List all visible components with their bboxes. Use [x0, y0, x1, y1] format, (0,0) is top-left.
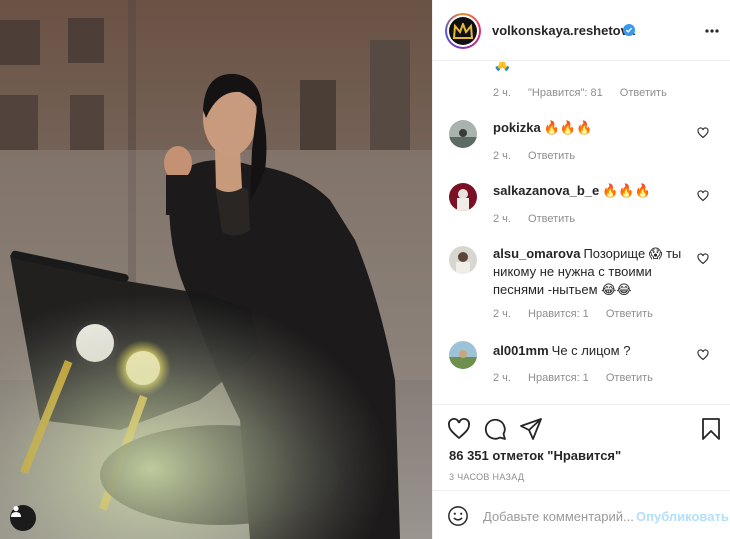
comment-avatar[interactable]: [449, 246, 477, 274]
comment-like-count[interactable]: Нравится: 1: [528, 372, 589, 384]
crown-logo-icon: [453, 23, 473, 39]
comment-time: 2 ч.: [493, 213, 511, 225]
post-actions: 86 351 отметок "Нравится" 3 часов назад: [433, 404, 730, 489]
post-details-panel: volkonskaya.reshetova 🙏 2 ч. "Нравится":…: [432, 0, 730, 539]
more-options-icon: [705, 29, 719, 33]
comment-avatar[interactable]: [449, 183, 477, 211]
comment-text: salkazanova_b_e 🔥🔥🔥: [493, 183, 651, 198]
reply-meta: 2 ч. "Нравится": 81 Ответить: [493, 87, 681, 99]
heart-icon[interactable]: [447, 417, 471, 441]
reply-time: 2 ч.: [493, 87, 511, 99]
comment-text: alsu_omarova Позорище 😱 ты никому не нужн…: [493, 246, 682, 297]
comment-text: al001mm Че с лицом ?: [493, 343, 631, 358]
comment-avatar[interactable]: [449, 120, 477, 148]
more-options-button[interactable]: [703, 22, 721, 40]
comment-composer: Опубликовать: [433, 490, 730, 539]
comment-meta: 2 ч. Ответить: [493, 150, 589, 162]
bookmark-icon[interactable]: [699, 417, 723, 441]
publish-button[interactable]: Опубликовать: [636, 509, 729, 524]
user-tag-button[interactable]: [10, 505, 36, 531]
comment-meta: 2 ч. Нравится: 1 Ответить: [493, 372, 667, 384]
comment-input[interactable]: [483, 505, 633, 527]
verified-badge-icon: [623, 24, 635, 36]
reply-button[interactable]: Ответить: [528, 150, 575, 162]
emoji-icon[interactable]: [447, 505, 469, 527]
comments-list[interactable]: 🙏 2 ч. "Нравится": 81 Ответить pokizka 🔥🔥…: [433, 62, 730, 404]
comment-avatar[interactable]: [449, 341, 477, 369]
comment-username[interactable]: pokizka: [493, 120, 541, 135]
post-photo-art: [0, 0, 432, 539]
comment-meta: 2 ч. Нравится: 1 Ответить: [493, 308, 667, 320]
comment-username[interactable]: al001mm: [493, 343, 549, 358]
comment-text: pokizka 🔥🔥🔥: [493, 120, 593, 135]
post-header: volkonskaya.reshetova: [433, 0, 730, 61]
comment-meta: 2 ч. Ответить: [493, 213, 589, 225]
reply-like-count[interactable]: "Нравится": 81: [528, 87, 603, 99]
author-username[interactable]: volkonskaya.reshetova: [492, 23, 635, 38]
comment-time: 2 ч.: [493, 372, 511, 384]
comment-like-count[interactable]: Нравится: 1: [528, 308, 589, 320]
user-tag-icon: [11, 506, 21, 517]
reply-button[interactable]: Ответить: [606, 372, 653, 384]
comment-like-icon[interactable]: [697, 190, 709, 202]
comment-like-icon[interactable]: [697, 349, 709, 361]
post-photo[interactable]: [0, 0, 432, 539]
comment-time: 2 ч.: [493, 150, 511, 162]
comment-username[interactable]: salkazanova_b_e: [493, 183, 599, 198]
likes-count[interactable]: 86 351 отметок "Нравится": [449, 448, 621, 463]
comment-like-icon[interactable]: [697, 253, 709, 265]
comment-icon[interactable]: [483, 417, 507, 441]
comment-time: 2 ч.: [493, 308, 511, 320]
comment-username[interactable]: alsu_omarova: [493, 246, 580, 261]
reply-button[interactable]: Ответить: [620, 87, 667, 99]
share-icon[interactable]: [519, 417, 543, 441]
reply-button[interactable]: Ответить: [528, 213, 575, 225]
reply-button[interactable]: Ответить: [606, 308, 653, 320]
post-timestamp[interactable]: 3 часов назад: [449, 472, 524, 482]
author-avatar[interactable]: [445, 13, 481, 49]
comment-like-icon[interactable]: [697, 127, 709, 139]
reply-emoji: 🙏: [493, 62, 512, 72]
